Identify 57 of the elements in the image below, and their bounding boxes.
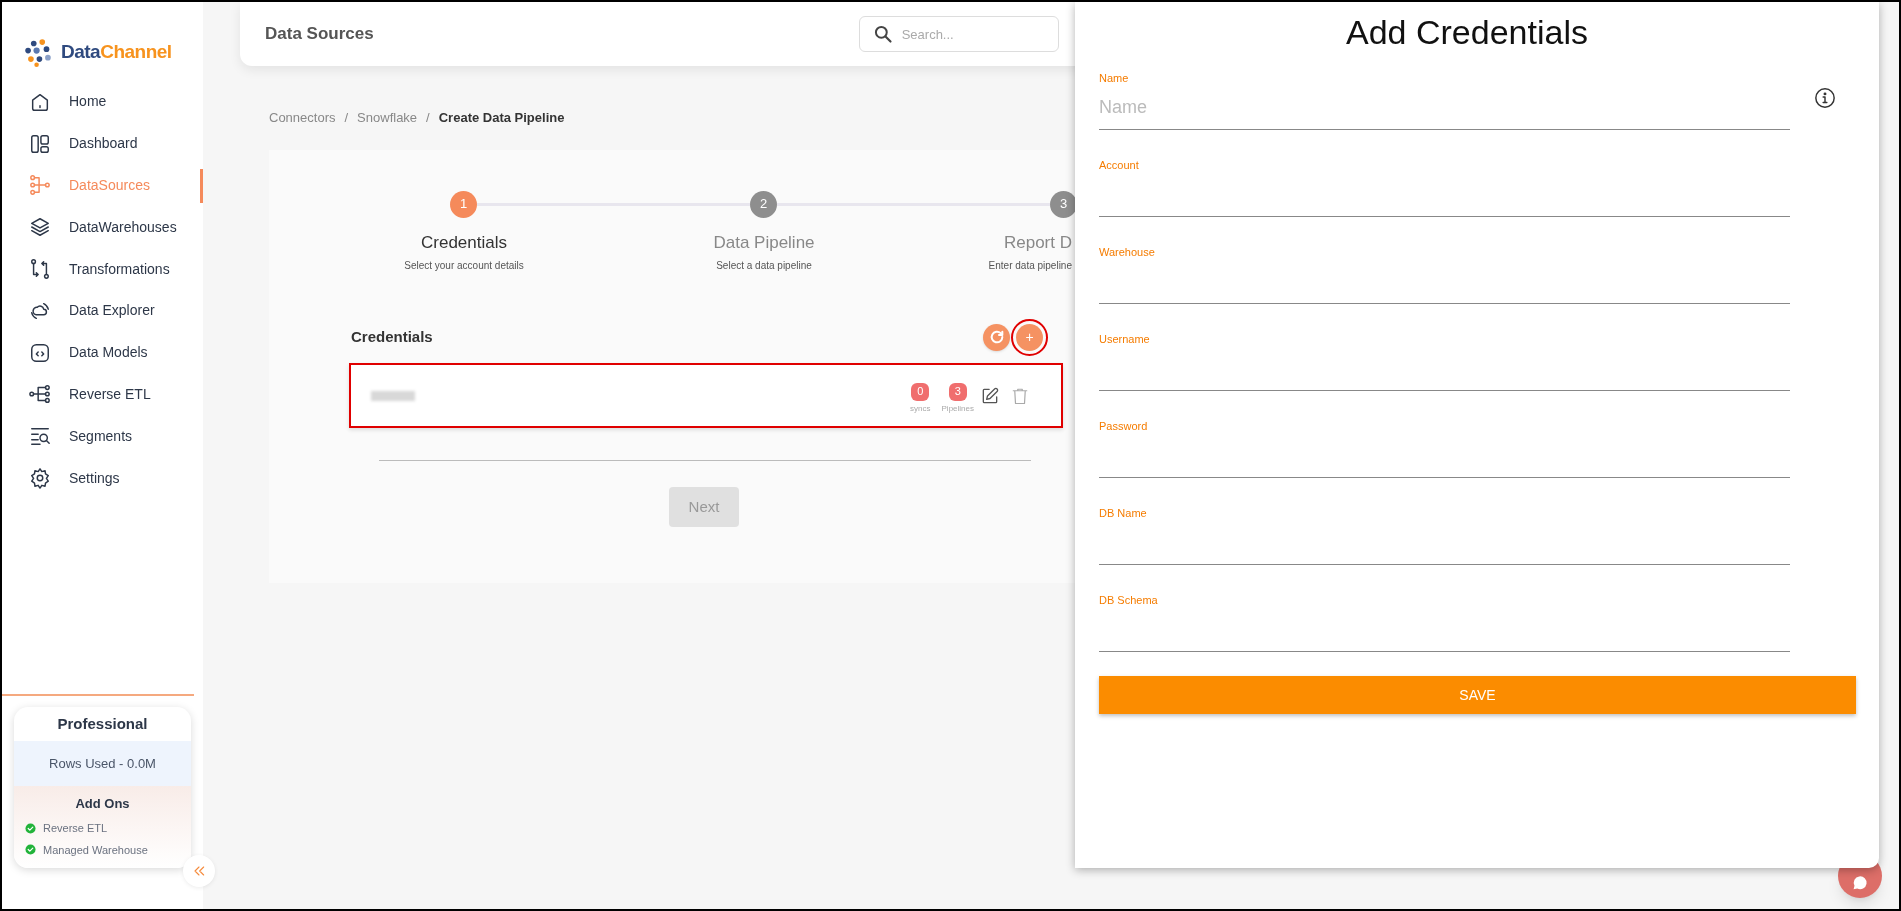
swap-icon <box>29 258 51 281</box>
badge-label: syncs <box>910 402 931 415</box>
nav-item[interactable]: Dashboard <box>2 122 203 165</box>
search-icon <box>872 24 893 44</box>
layers-icon <box>29 216 51 239</box>
nav-item[interactable]: Home <box>2 81 203 123</box>
gear-icon <box>29 467 51 490</box>
list-search-icon <box>29 425 51 448</box>
count-badge: 0 <box>911 382 930 401</box>
field-label: Username <box>1099 332 1150 347</box>
logo-text: DataChannel <box>61 39 172 64</box>
rows-used-text: Rows Used - 0.0M <box>49 754 156 773</box>
page-title: Data Sources <box>265 23 374 46</box>
nav-item[interactable]: Reverse ETL <box>2 373 203 416</box>
blurred-name <box>371 390 415 401</box>
nav-item[interactable]: DataWarehouses <box>2 206 203 249</box>
badge-label: Pipelines <box>941 402 974 415</box>
branch-icon <box>29 174 51 197</box>
tree-icon <box>29 383 51 406</box>
step-title: Report D <box>1003 231 1072 254</box>
addon-label: Reverse ETL <box>43 821 108 836</box>
nav-item[interactable]: Data Models <box>2 331 203 374</box>
step-title: Credentials <box>421 231 507 254</box>
breadcrumb-separator: / <box>344 109 349 127</box>
refresh-icon <box>988 329 1005 345</box>
section-title: Credentials <box>351 326 433 347</box>
search-field[interactable]: Search... <box>858 16 1059 52</box>
dashboard-icon <box>29 132 51 155</box>
code-icon <box>29 341 51 364</box>
field-label: Warehouse <box>1099 245 1155 260</box>
input-field[interactable]: Name <box>1099 86 1790 130</box>
step-number: 1 <box>450 190 477 218</box>
step-number: 3 <box>1050 190 1077 218</box>
refresh-button[interactable] <box>983 323 1010 351</box>
count-badge: 3 <box>948 382 967 401</box>
step-title: Data Pipeline <box>713 231 815 254</box>
pencil-icon <box>980 385 1000 406</box>
step-subtitle: Select your account details <box>404 259 524 273</box>
step-subtitle: Select a data pipeline <box>716 259 812 273</box>
breadcrumb-separator: / <box>426 109 430 127</box>
drawer-title: Add Credentials <box>1346 11 1588 53</box>
nav-item[interactable]: Data Explorer <box>2 290 203 332</box>
addon-label: Managed Warehouse <box>43 842 148 858</box>
step-subtitle: Enter data pipeline <box>988 259 1072 273</box>
nav-item[interactable]: Transformations <box>2 248 203 290</box>
step-number: 2 <box>750 190 777 218</box>
edit-button[interactable] <box>980 385 1000 406</box>
add-ons-title: Add Ons <box>75 796 130 811</box>
nav-item[interactable]: Settings <box>2 457 203 499</box>
collapse-button[interactable] <box>183 855 215 887</box>
field-label: DB Name <box>1099 506 1147 521</box>
field-label: Password <box>1099 419 1148 434</box>
field-label: Name <box>1099 71 1129 86</box>
nav-item[interactable]: Segments <box>2 415 203 458</box>
field-label: DB Schema <box>1099 593 1158 608</box>
field-label: Account <box>1099 158 1139 173</box>
plan-name: Professional <box>56 713 149 734</box>
